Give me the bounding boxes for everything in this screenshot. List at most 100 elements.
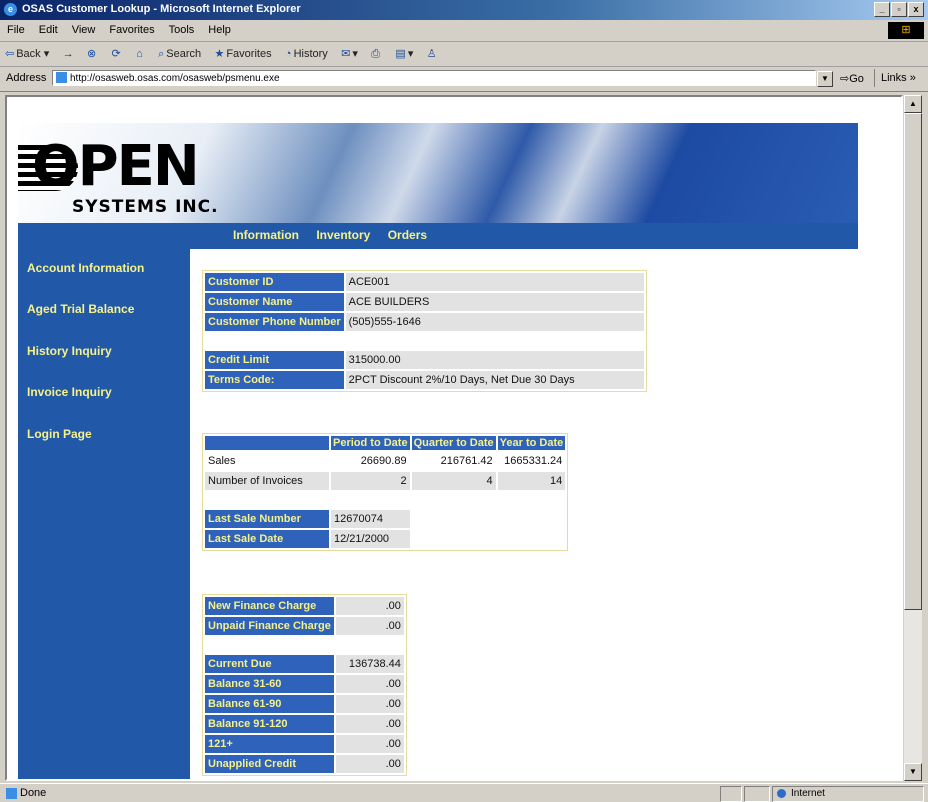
print-icon: ⎙ (371, 48, 381, 60)
sidebar-item-aged-trial-balance[interactable]: Aged Trial Balance (27, 302, 134, 316)
menu-edit[interactable]: Edit (32, 20, 65, 36)
links-button[interactable]: Links » (874, 69, 916, 87)
sales-quarter-value: 216761.42 (440, 455, 493, 467)
sidebar-item-account-information[interactable]: Account Information (27, 261, 144, 275)
stop-button[interactable]: ⊗ (82, 42, 103, 60)
sales-label: Sales (208, 455, 236, 467)
invoices-label: Number of Invoices (205, 472, 329, 490)
scroll-thumb[interactable] (904, 113, 922, 610)
empty-cell (412, 530, 566, 548)
back-arrow-icon: ⇦ (5, 48, 15, 60)
minimize-button[interactable]: _ (874, 2, 890, 17)
messenger-button[interactable]: ♙ (422, 42, 444, 60)
back-button[interactable]: ⇦ Back ▾ (0, 42, 54, 60)
header-blank (205, 436, 329, 450)
messenger-icon: ♙ (426, 48, 437, 60)
menu-view[interactable]: View (65, 20, 103, 36)
balance-91-120-value: .00 (335, 715, 404, 733)
sales-summary-table: Period to Date Quarter to Date Year to D… (202, 433, 569, 551)
favorites-button[interactable]: ★ Favorites (209, 42, 276, 60)
last-sale-date-label: Last Sale Date (205, 530, 329, 548)
spacer-cell (205, 333, 644, 349)
table-header-row: Period to Date Quarter to Date Year to D… (205, 436, 566, 450)
zone-label: Internet (791, 788, 825, 799)
table-row: Terms Code: 2PCT Discount 2%/10 Days, Net… (205, 371, 644, 389)
mail-button[interactable]: ✉ ▾ (336, 42, 363, 60)
address-label: Address (6, 72, 47, 84)
maximize-button[interactable]: ▫ (891, 2, 907, 17)
balance-31-60-label: Balance 31-60 (205, 675, 334, 693)
favorites-label: Favorites (226, 48, 272, 60)
logo-word: OPEN (32, 134, 200, 199)
sidebar-item-login-page[interactable]: Login Page (27, 427, 92, 441)
sidebar: Account Information Aged Trial Balance H… (18, 249, 190, 779)
customer-name-label: Customer Name (205, 293, 344, 311)
table-row: Balance 31-60.00 (205, 675, 404, 693)
search-button[interactable]: ⌕ Search (153, 43, 206, 61)
address-url: http://osasweb.osas.com/osasweb/psmenu.e… (70, 73, 280, 84)
unapplied-credit-label: Unapplied Credit (205, 755, 334, 773)
spacer-row (205, 492, 565, 508)
globe-icon (777, 789, 786, 798)
last-sale-number-label: Last Sale Number (205, 510, 329, 528)
menu-favorites[interactable]: Favorites (102, 20, 161, 36)
forward-button[interactable]: → (58, 43, 79, 60)
history-icon: ◔ (284, 48, 292, 60)
terms-code-value: 2PCT Discount 2%/10 Days, Net Due 30 Day… (345, 371, 644, 389)
tab-inventory[interactable]: Inventory (316, 228, 370, 242)
table-row: Unpaid Finance Charge .00 (205, 617, 404, 635)
go-label: Go (849, 73, 864, 85)
print-button[interactable]: ⎙ (366, 43, 387, 61)
menu-bar: File Edit View Favorites Tools Help ⊞ (0, 20, 928, 42)
page-status-icon (6, 788, 17, 799)
logo-subtitle: SYSTEMS INC. (72, 197, 219, 217)
refresh-button[interactable]: ⟳ (107, 42, 128, 60)
history-label: History (293, 48, 328, 60)
close-button[interactable]: x (908, 2, 924, 17)
vertical-scrollbar[interactable]: ▲ ▼ (904, 95, 922, 781)
search-icon: ⌕ (158, 48, 165, 60)
scroll-down-icon[interactable]: ▼ (904, 763, 922, 781)
edit-button[interactable]: ▤ ▾ (390, 42, 418, 60)
sidebar-item-invoice-inquiry[interactable]: Invoice Inquiry (27, 385, 112, 399)
address-dropdown-icon[interactable]: ▼ (817, 71, 833, 87)
tab-information[interactable]: Information (233, 228, 299, 242)
last-sale-date-value: 12/21/2000 (331, 530, 410, 548)
invoices-quarter-value: 4 (411, 472, 496, 490)
tab-orders[interactable]: Orders (388, 228, 427, 242)
new-finance-charge-label: New Finance Charge (205, 597, 334, 615)
back-label: Back (16, 48, 41, 60)
scroll-up-icon[interactable]: ▲ (904, 95, 922, 113)
status-text: Done (20, 787, 47, 799)
balance-121-plus-label: 121+ (205, 735, 334, 753)
invoices-period-value: 2 (331, 472, 410, 490)
table-row: Customer Phone Number (505)555-1646 (205, 313, 644, 331)
menu-file[interactable]: File (0, 20, 32, 36)
home-icon: ⌂ (136, 48, 143, 60)
sales-period-value: 26690.89 (360, 455, 407, 467)
security-zone: Internet (772, 786, 924, 802)
table-row: Number of Invoices 2 4 14 (205, 472, 566, 490)
windows-logo-icon: ⊞ (888, 22, 924, 39)
balance-91-120-label: Balance 91-120 (205, 715, 334, 733)
window-title: OSAS Customer Lookup - Microsoft Interne… (22, 3, 301, 15)
go-button[interactable]: ⇨Go (840, 72, 864, 85)
ie-app-icon: e (4, 3, 17, 16)
unpaid-finance-charge-value: .00 (335, 617, 404, 635)
menu-help[interactable]: Help (201, 20, 238, 36)
stop-icon: ⊗ (86, 48, 97, 60)
open-systems-logo: OPEN SYSTEMS INC. (18, 129, 238, 217)
empty-cell (412, 510, 566, 528)
toolbar: ⇦ Back ▾ → ⊗ ⟳ ⌂ ⌕ Search ★ Favorites ◔ Hist… (0, 42, 928, 67)
balance-31-60-value: .00 (335, 675, 404, 693)
home-button[interactable]: ⌂ (131, 43, 150, 60)
sidebar-item-history-inquiry[interactable]: History Inquiry (27, 344, 112, 358)
history-button[interactable]: ◔ History (280, 43, 333, 60)
header-quarter-to-date: Quarter to Date (411, 436, 496, 450)
company-banner: OPEN SYSTEMS INC. (18, 123, 858, 223)
menu-tools[interactable]: Tools (162, 20, 202, 36)
current-due-value: 136738.44 (335, 655, 404, 673)
balance-61-90-value: .00 (335, 695, 404, 713)
page-icon (56, 72, 67, 83)
address-input[interactable]: http://osasweb.osas.com/osasweb/psmenu.e… (52, 70, 816, 86)
